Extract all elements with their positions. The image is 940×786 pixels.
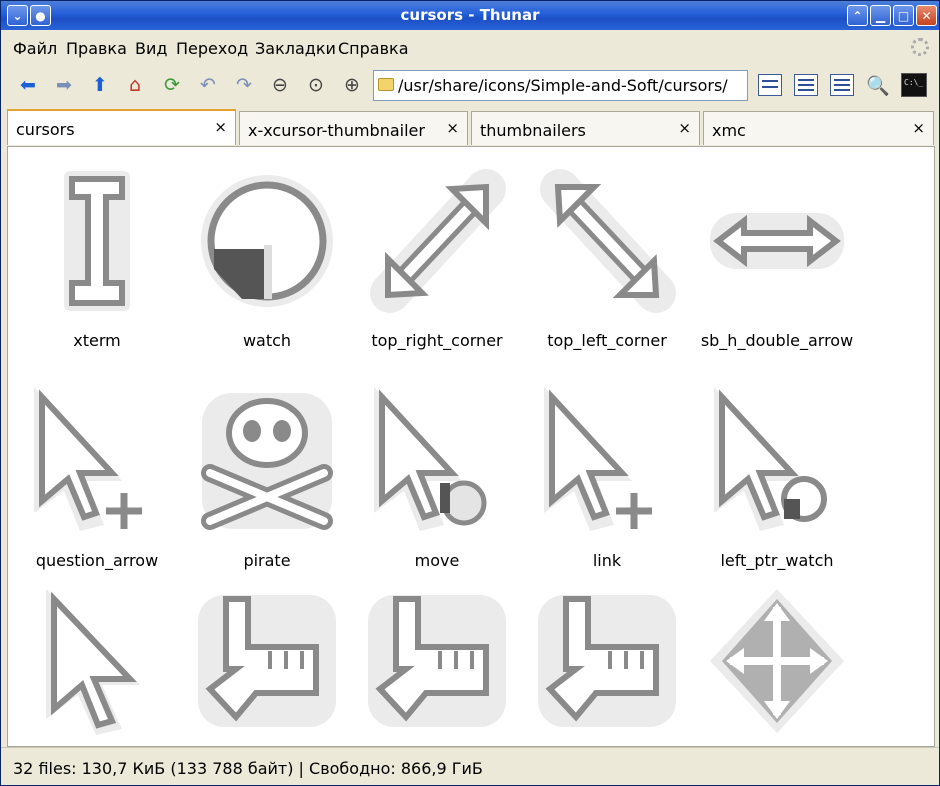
menu-edit[interactable]: Правка	[66, 39, 127, 58]
back-icon[interactable]: ⬅	[16, 73, 40, 97]
tab-cursors[interactable]: cursors ×	[7, 109, 236, 145]
file-item[interactable]: xterm	[12, 157, 182, 367]
minimize-icon: ▁	[875, 8, 886, 23]
tab-close-icon[interactable]: ×	[912, 119, 925, 137]
zoom-in-icon[interactable]: ⊕	[340, 73, 364, 97]
close-icon: ✕	[921, 8, 932, 23]
file-name: xterm	[73, 331, 121, 350]
file-item[interactable]: hand2	[182, 577, 352, 746]
menu-bookmarks[interactable]: Закладки	[255, 39, 336, 58]
arrow-cursor-icon	[46, 589, 140, 735]
file-item[interactable]: watch	[182, 157, 352, 367]
watch-cursor-icon	[201, 175, 333, 307]
tab-label: cursors	[16, 120, 75, 139]
tab-xmc[interactable]: xmc ×	[703, 111, 934, 145]
arrow-move-cursor-icon	[374, 387, 487, 531]
file-name: move	[414, 551, 460, 570]
file-name: link	[592, 551, 622, 570]
title-bar[interactable]: ⌄ ● cursors - Thunar ⌃ ▁ □ ✕	[1, 1, 939, 30]
window-title: cursors - Thunar	[400, 6, 540, 24]
menu-bar: Файл Правка Вид Переход Закладки Справка	[1, 30, 939, 64]
maximize-button[interactable]: □	[893, 5, 914, 26]
status-summary: 32 files: 130,7 КиБ (133 788 байт) | Сво…	[13, 759, 483, 778]
tab-x-xcursor-thumbnailer[interactable]: x-xcursor-thumbnailer ×	[239, 111, 468, 145]
file-item[interactable]: left_ptr	[12, 577, 182, 746]
horizontal-double-arrow-icon	[710, 213, 844, 269]
file-name: left_ptr_watch	[720, 551, 834, 570]
file-item[interactable]: top_right_corner	[352, 157, 522, 367]
forward-icon[interactable]: ➡	[52, 73, 76, 97]
redo-icon[interactable]: ↷	[232, 73, 256, 97]
zoom-reset-icon[interactable]: ⊙	[304, 73, 328, 97]
file-name: top_right_corner	[371, 331, 503, 350]
arrow-plus-cursor-icon	[34, 387, 142, 531]
location-path[interactable]: /usr/share/icons/Simple-and-Soft/cursors…	[398, 76, 728, 95]
file-item[interactable]: fleur	[692, 577, 862, 746]
zoom-out-icon[interactable]: ⊖	[268, 73, 292, 97]
hand-cursor-icon	[198, 595, 336, 727]
file-item[interactable]: link	[522, 377, 692, 587]
compact-view-button[interactable]	[830, 74, 854, 96]
location-bar[interactable]: /usr/share/icons/Simple-and-Soft/cursors…	[373, 70, 748, 101]
file-name: sb_h_double_arrow	[700, 331, 854, 350]
folder-icon	[378, 78, 394, 91]
resize-diagonal-icon	[540, 169, 676, 313]
icon-view-button[interactable]	[758, 74, 782, 96]
tab-close-icon[interactable]: ×	[446, 119, 459, 137]
detailed-view-button[interactable]	[794, 74, 818, 96]
chevron-up-icon: ⌃	[852, 8, 863, 23]
maximize-icon: □	[897, 8, 910, 23]
file-item[interactable]: pirate	[182, 377, 352, 587]
file-name: question_arrow	[35, 551, 159, 570]
close-button[interactable]: ✕	[916, 5, 937, 26]
resize-diagonal-icon	[370, 169, 506, 313]
file-name: pirate	[243, 551, 291, 570]
file-item[interactable]: left_ptr_watch	[692, 377, 862, 587]
shade-button[interactable]: ⌃	[847, 5, 868, 26]
tab-label: xmc	[712, 121, 746, 140]
menu-view[interactable]: Вид	[135, 39, 167, 58]
file-item[interactable]: sb_h_double_arrow	[692, 157, 862, 367]
minimize-button[interactable]: ▁	[870, 5, 891, 26]
search-icon[interactable]: 🔍	[866, 73, 890, 97]
up-icon[interactable]: ⬆	[88, 73, 112, 97]
tab-close-icon[interactable]: ×	[678, 119, 691, 137]
menu-go[interactable]: Переход	[176, 39, 248, 58]
file-name: watch	[242, 331, 292, 350]
file-item[interactable]: question_arrow	[12, 377, 182, 587]
file-item[interactable]: top_left_corner	[522, 157, 692, 367]
tab-label: x-xcursor-thumbnailer	[248, 121, 425, 140]
file-name: top_left_corner	[547, 331, 667, 350]
thunar-window: ⌄ ● cursors - Thunar ⌃ ▁ □ ✕ Файл Правка…	[0, 0, 940, 786]
file-item[interactable]: hand1	[352, 577, 522, 746]
terminal-icon[interactable]: C:\_	[901, 73, 927, 97]
home-icon[interactable]: ⌂	[123, 73, 147, 97]
tab-close-icon[interactable]: ×	[214, 118, 227, 136]
tab-label: thumbnailers	[480, 121, 586, 140]
loading-spinner-icon	[911, 38, 929, 56]
undo-icon[interactable]: ↶	[196, 73, 220, 97]
arrow-watch-cursor-icon	[714, 387, 827, 531]
xterm-cursor-icon	[64, 171, 130, 311]
file-item[interactable]: move	[352, 377, 522, 587]
skull-cursor-icon	[201, 393, 333, 530]
file-icon-view[interactable]: xterm watch top_right_corner top_left_co…	[7, 146, 935, 747]
hand-cursor-icon	[368, 595, 506, 727]
tab-thumbnailers[interactable]: thumbnailers ×	[471, 111, 700, 145]
arrow-plus-cursor-icon	[544, 387, 652, 531]
hand-cursor-icon	[538, 595, 676, 727]
file-item[interactable]: hand	[522, 577, 692, 746]
fleur-cursor-icon	[710, 589, 844, 733]
menu-file[interactable]: Файл	[13, 39, 57, 58]
status-bar: 32 files: 130,7 КиБ (133 788 байт) | Сво…	[1, 747, 939, 785]
menu-help[interactable]: Справка	[338, 39, 409, 58]
tab-bar: cursors × x-xcursor-thumbnailer × thumbn…	[1, 108, 939, 146]
reload-icon[interactable]: ⟳	[160, 73, 184, 97]
